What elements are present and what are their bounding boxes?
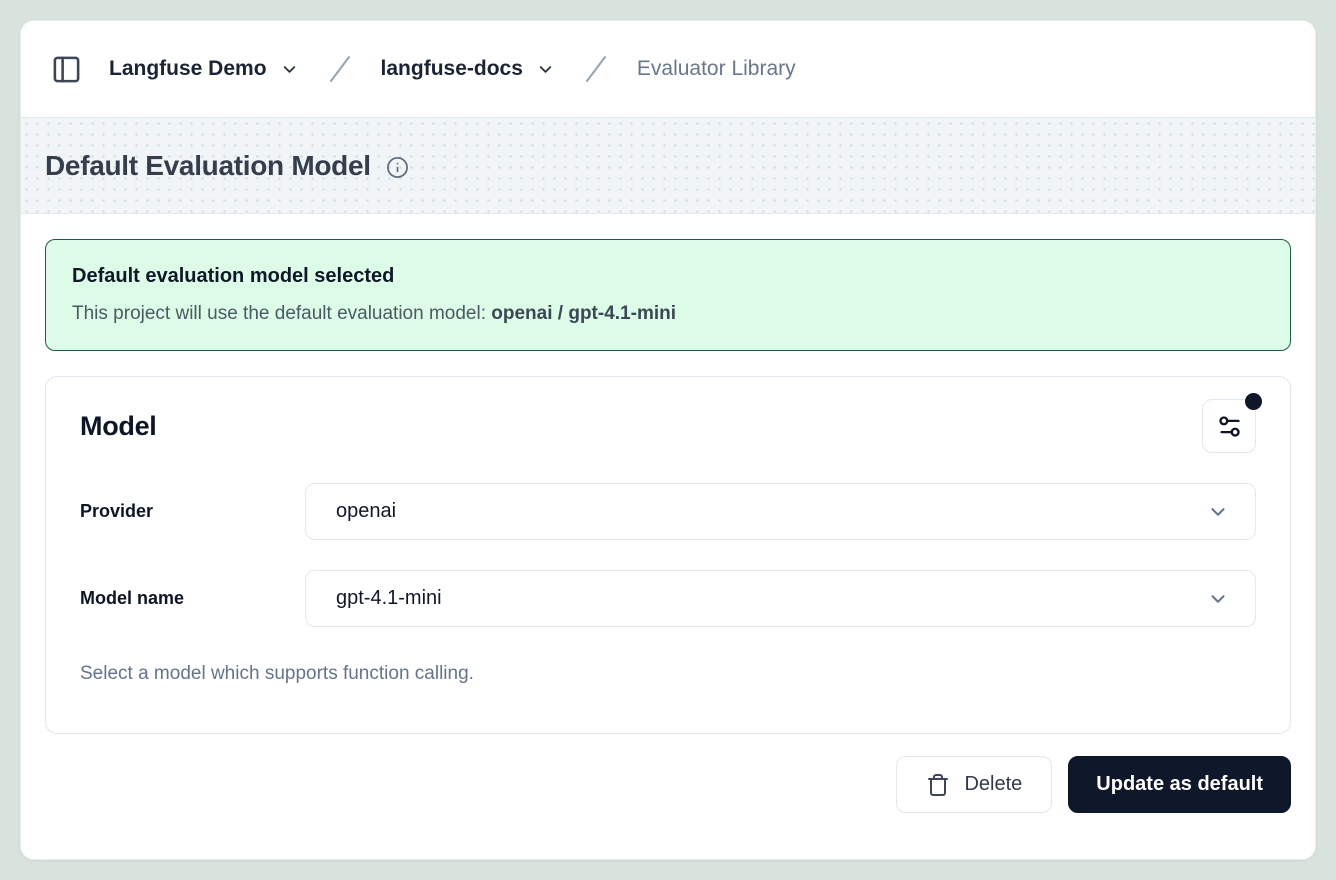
app-window: Langfuse Demo langfuse-docs Evaluator Li… <box>20 20 1316 860</box>
breadcrumb-project-selector[interactable]: langfuse-docs <box>379 53 557 85</box>
action-bar: Delete Update as default <box>45 756 1291 813</box>
model-advanced-settings-button[interactable] <box>1202 399 1256 453</box>
chevron-down-icon <box>280 60 299 79</box>
provider-row: Provider openai <box>80 483 1256 540</box>
breadcrumb-org-label: Langfuse Demo <box>109 57 267 81</box>
page-header: Default Evaluation Model <box>21 118 1315 214</box>
delete-button-label: Delete <box>964 773 1022 796</box>
delete-button[interactable]: Delete <box>896 756 1052 813</box>
breadcrumb-separator-icon <box>583 54 609 84</box>
provider-select[interactable]: openai <box>305 483 1256 540</box>
model-card-header: Model <box>80 399 1256 453</box>
alert-description-text: This project will use the default evalua… <box>72 303 491 324</box>
breadcrumb-current-page: Evaluator Library <box>637 57 796 81</box>
model-name-row: Model name gpt-4.1-mini <box>80 570 1256 627</box>
page-title: Default Evaluation Model <box>45 150 371 182</box>
breadcrumb-project-label: langfuse-docs <box>381 57 523 81</box>
panel-left-icon <box>51 54 82 85</box>
model-name-select-value: gpt-4.1-mini <box>336 587 442 610</box>
model-name-select[interactable]: gpt-4.1-mini <box>305 570 1256 627</box>
chevron-down-icon <box>1207 501 1229 523</box>
sliders-icon <box>1216 413 1243 440</box>
breadcrumb-org-selector[interactable]: Langfuse Demo <box>107 53 301 85</box>
chevron-down-icon <box>1207 588 1229 610</box>
provider-select-value: openai <box>336 500 396 523</box>
notification-dot <box>1245 393 1262 410</box>
alert-description: This project will use the default evalua… <box>72 303 1264 325</box>
model-helper-text: Select a model which supports function c… <box>80 663 1256 685</box>
main-content: Default evaluation model selected This p… <box>21 214 1315 859</box>
info-icon[interactable] <box>386 156 409 179</box>
sidebar-toggle-button[interactable] <box>47 50 85 88</box>
default-model-alert: Default evaluation model selected This p… <box>45 239 1291 351</box>
model-name-label: Model name <box>80 588 305 609</box>
model-card-title: Model <box>80 411 157 442</box>
provider-label: Provider <box>80 501 305 522</box>
breadcrumb-separator-icon <box>327 54 353 84</box>
trash-icon <box>926 773 950 797</box>
breadcrumb: Langfuse Demo langfuse-docs Evaluator Li… <box>21 21 1315 118</box>
update-as-default-button[interactable]: Update as default <box>1068 756 1291 813</box>
model-card: Model Provider openai <box>45 376 1291 734</box>
update-button-label: Update as default <box>1096 773 1263 796</box>
alert-model-name: openai / gpt-4.1-mini <box>491 303 676 324</box>
chevron-down-icon <box>536 60 555 79</box>
alert-title: Default evaluation model selected <box>72 265 1264 288</box>
